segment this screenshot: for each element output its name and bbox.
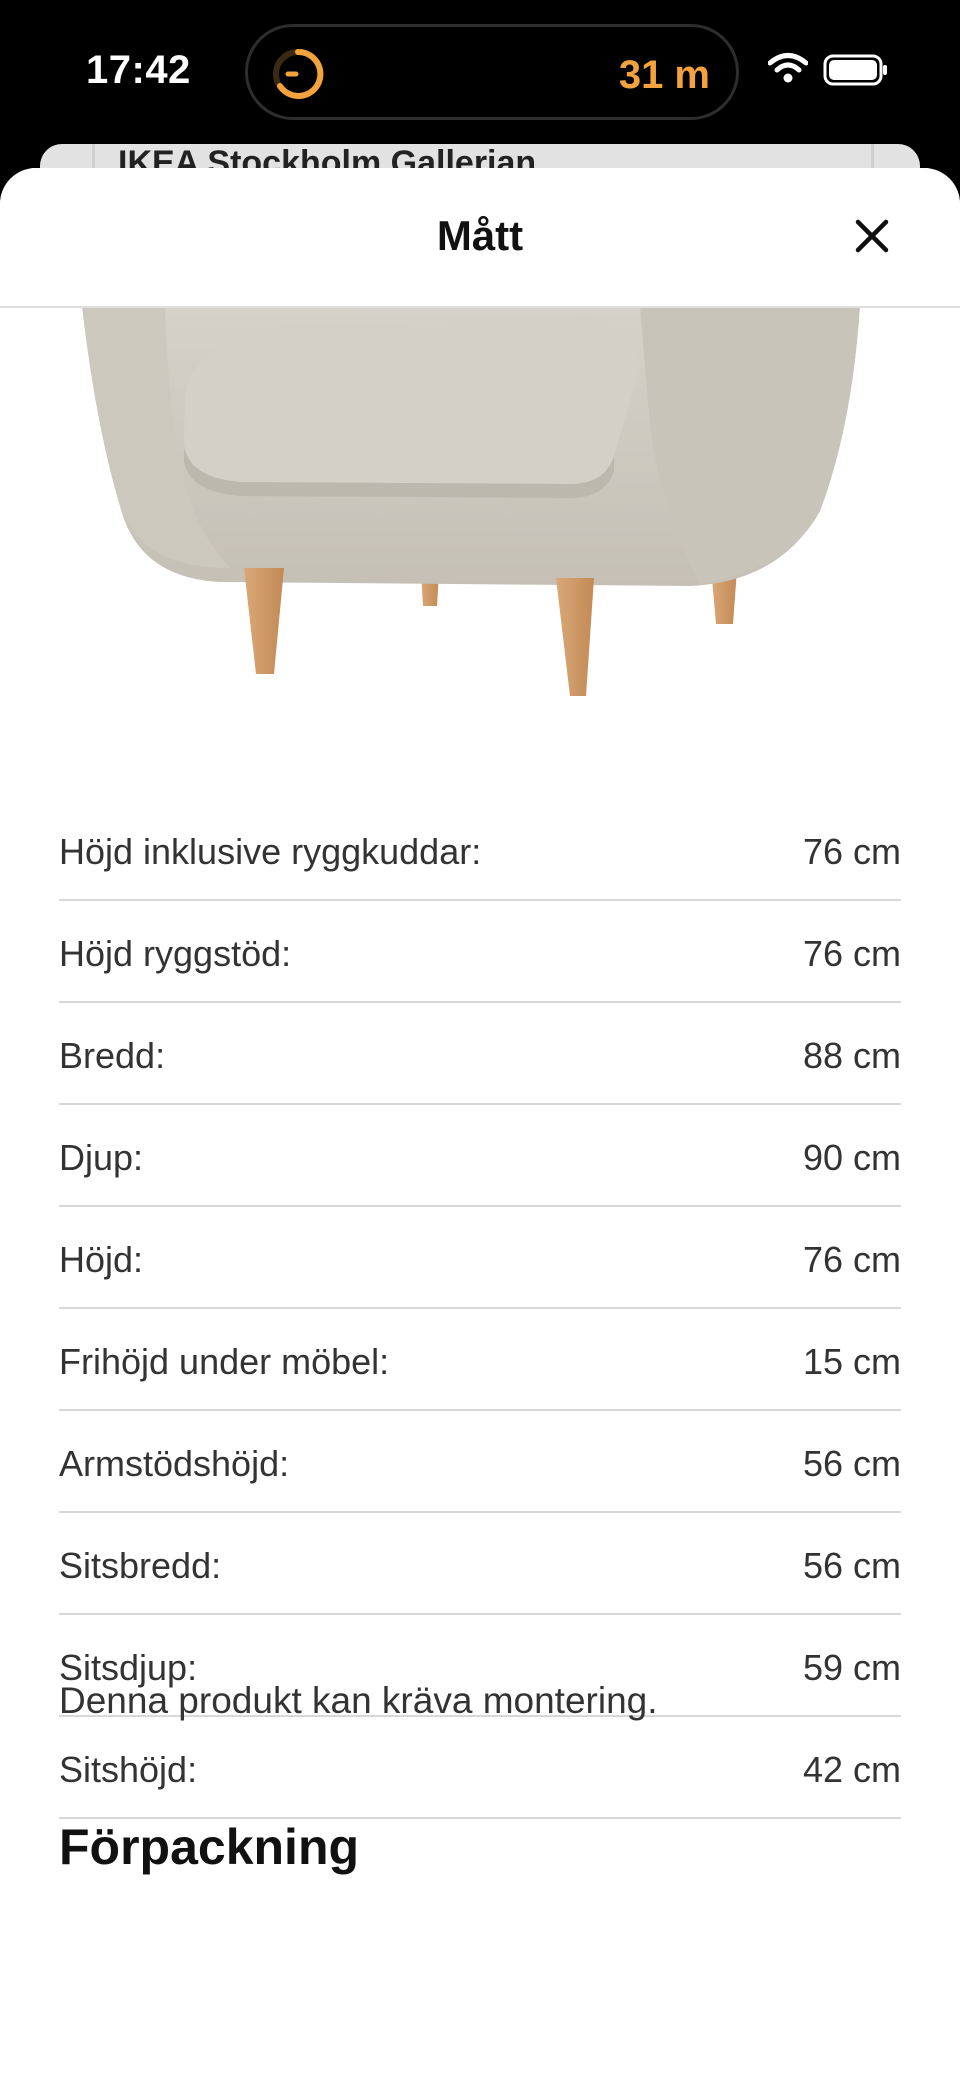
dimension-row: Sitsbredd: 56 cm bbox=[59, 1513, 901, 1615]
dimension-label: Höjd ryggstöd: bbox=[59, 933, 292, 974]
dimension-label: Höjd: bbox=[59, 1239, 144, 1280]
sheet-title: Mått bbox=[436, 212, 524, 259]
timer-icon bbox=[273, 48, 324, 99]
dimension-label: Bredd: bbox=[59, 1035, 166, 1076]
dimension-row: Bredd: 88 cm bbox=[59, 1003, 901, 1105]
sheet-header: Mått bbox=[0, 168, 960, 308]
dimension-label: Armstödshöjd: bbox=[59, 1443, 290, 1484]
dimension-row: Höjd: 76 cm bbox=[59, 1207, 901, 1309]
dimensions-list: Höjd inklusive ryggkuddar: 76 cm Höjd ry… bbox=[59, 799, 901, 1819]
dynamic-island[interactable]: 31 m bbox=[245, 24, 739, 120]
dimension-value: 42 cm bbox=[802, 1749, 901, 1790]
wifi-icon bbox=[768, 53, 808, 83]
dimension-value: 76 cm bbox=[802, 1239, 901, 1280]
dimension-label: Frihöjd under möbel: bbox=[59, 1341, 390, 1382]
dimension-value: 56 cm bbox=[802, 1545, 901, 1586]
dimension-row: Frihöjd under möbel: 15 cm bbox=[59, 1309, 901, 1411]
dimension-row: Höjd inklusive ryggkuddar: 76 cm bbox=[59, 799, 901, 901]
dimension-row: Sitshöjd: 42 cm bbox=[59, 1717, 901, 1819]
dimension-label: Djup: bbox=[59, 1137, 144, 1178]
close-icon[interactable] bbox=[848, 212, 896, 260]
assembly-note: Denna produkt kan kräva montering. bbox=[59, 1680, 658, 1721]
dimension-value: 76 cm bbox=[802, 933, 901, 974]
dimension-row: Djup: 90 cm bbox=[59, 1105, 901, 1207]
status-time: 17:42 bbox=[86, 48, 191, 92]
dimension-label: Höjd inklusive ryggkuddar: bbox=[59, 831, 482, 872]
dimension-value: 76 cm bbox=[802, 831, 901, 872]
dimension-value: 56 cm bbox=[802, 1443, 901, 1484]
packaging-heading: Förpackning bbox=[59, 1819, 360, 1875]
dimension-value: 59 cm bbox=[802, 1647, 901, 1688]
dimension-row: Armstödshöjd: 56 cm bbox=[59, 1411, 901, 1513]
dimension-label: Sitshöjd: bbox=[59, 1749, 198, 1790]
dimension-value: 15 cm bbox=[802, 1341, 901, 1382]
dimension-value: 90 cm bbox=[802, 1137, 901, 1178]
dimension-value: 88 cm bbox=[802, 1035, 901, 1076]
dimension-label: Sitsbredd: bbox=[59, 1545, 222, 1586]
live-activity-timer: 31 m bbox=[618, 53, 710, 97]
battery-icon bbox=[823, 54, 887, 86]
product-image bbox=[82, 306, 860, 696]
dimension-row: Höjd ryggstöd: 76 cm bbox=[59, 901, 901, 1003]
status-bar: 17:42 31 m bbox=[0, 0, 960, 145]
dimensions-sheet: Mått Höjd inklusive ryggkuddar: 76 cm Hö… bbox=[0, 168, 960, 2081]
